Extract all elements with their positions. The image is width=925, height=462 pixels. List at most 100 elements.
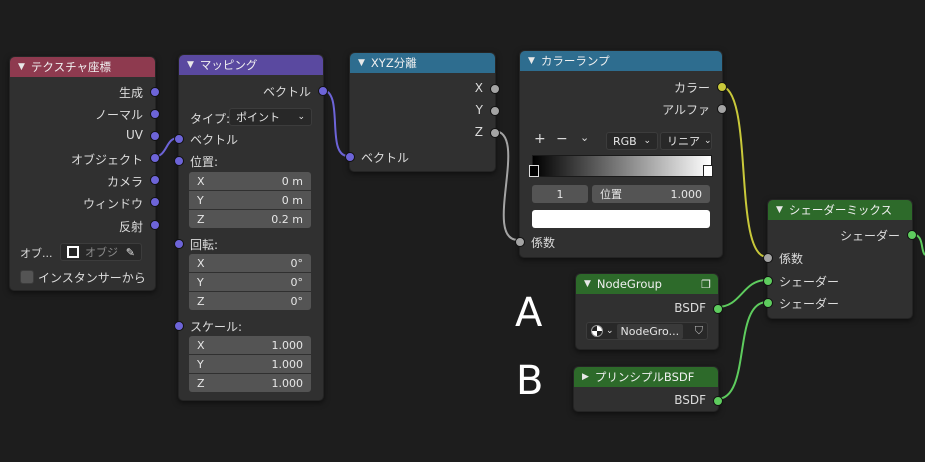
chevron-down-icon[interactable]: ▼ <box>776 205 783 215</box>
output-socket-shader[interactable] <box>907 230 917 240</box>
node-header[interactable]: ▶ プリンシプルBSDF <box>574 367 718 387</box>
node-title: テクスチャ座標 <box>30 60 111 74</box>
chevron-right-icon[interactable]: ▶ <box>582 372 589 382</box>
object-picker[interactable]: オブジ ✎ <box>60 243 142 261</box>
location-y-field[interactable]: Y 0 m <box>189 191 311 209</box>
output-socket-window[interactable] <box>150 197 160 207</box>
output-socket-x[interactable] <box>490 84 500 94</box>
node-header[interactable]: ▼ カラーランプ <box>520 51 722 71</box>
output-generated-label: 生成 <box>118 86 143 100</box>
color-ramp-node[interactable]: ▼ カラーランプ カラー アルファ + − ⌄ RGB ⌄ リニア ⌄ 1 位置… <box>515 50 727 258</box>
separate-xyz-node[interactable]: ▼ XYZ分離 X Y Z ベクトル <box>345 52 500 172</box>
link-nodegroup-to-shader <box>716 279 768 308</box>
chevron-down-icon: ⌄ <box>704 136 712 146</box>
location-label: 位置: <box>190 155 219 169</box>
input-fac-label: 係数 <box>779 252 804 266</box>
location-z-field[interactable]: Z 0.2 m <box>189 210 311 228</box>
nodegroup-node[interactable]: ▼ NodeGroup ❐ BSDF ⌄ NodeGro... ⛉ <box>575 273 723 350</box>
output-socket-uv[interactable] <box>150 131 160 141</box>
texture-coordinate-node[interactable]: ▼ テクスチャ座標 生成 ノーマル UV オブジェクト カメラ ウィンドウ 反射… <box>9 56 160 291</box>
chevron-down-icon[interactable]: ▼ <box>18 62 25 72</box>
group-datablock-selector[interactable]: ⌄ NodeGro... ⛉ <box>586 322 708 340</box>
output-shader-label: シェーダー <box>839 229 900 243</box>
remove-stop-button[interactable]: − <box>556 131 568 147</box>
output-normal-label: ノーマル <box>94 108 143 122</box>
interpolation-dropdown[interactable]: リニア ⌄ <box>660 132 712 150</box>
nodegroup-icon[interactable]: ❐ <box>701 278 711 291</box>
axis-label: Y <box>197 275 204 289</box>
output-uv-label: UV <box>126 128 143 142</box>
object-icon <box>67 246 79 258</box>
input-socket-shader-2[interactable] <box>763 298 773 308</box>
output-socket-z[interactable] <box>490 128 500 138</box>
node-title: XYZ分離 <box>370 56 417 70</box>
input-socket-fac[interactable] <box>763 253 773 263</box>
input-socket-vector[interactable] <box>345 152 355 162</box>
scale-z-field[interactable]: Z 1.000 <box>189 374 311 392</box>
interpolation-value: リニア <box>667 135 700 148</box>
location-x-field[interactable]: X 0 m <box>189 172 311 190</box>
chevron-down-icon[interactable]: ▼ <box>528 56 535 66</box>
chevron-down-icon: ⌄ <box>606 326 614 336</box>
output-socket-vector[interactable] <box>318 86 328 96</box>
principled-bsdf-node[interactable]: ▶ プリンシプルBSDF BSDF <box>573 366 723 412</box>
stop-index-field[interactable]: 1 <box>532 185 588 203</box>
chevron-down-icon[interactable]: ⌄ <box>580 131 589 144</box>
node-header[interactable]: ▼ NodeGroup ❐ <box>576 274 718 294</box>
scale-x-field[interactable]: X 1.000 <box>189 336 311 354</box>
shield-icon[interactable]: ⛉ <box>695 324 703 338</box>
node-title: プリンシプルBSDF <box>594 370 695 384</box>
stop-position-field[interactable]: 位置 1.000 <box>592 185 710 203</box>
stop-color-swatch[interactable] <box>532 210 710 228</box>
output-socket-generated[interactable] <box>150 87 160 97</box>
chevron-down-icon[interactable]: ▼ <box>584 279 591 289</box>
axis-label: X <box>197 256 205 270</box>
rotation-x-field[interactable]: X 0° <box>189 254 311 272</box>
color-stop-black[interactable] <box>529 165 539 177</box>
node-header[interactable]: ▼ シェーダーミックス <box>768 200 912 220</box>
from-instancer-label: インスタンサーから <box>38 271 146 285</box>
output-socket-color[interactable] <box>717 82 727 92</box>
add-stop-button[interactable]: + <box>534 131 546 147</box>
gradient-bar[interactable] <box>532 155 712 177</box>
from-instancer-checkbox[interactable] <box>20 270 34 284</box>
node-header[interactable]: ▼ テクスチャ座標 <box>10 57 155 77</box>
scale-y-field[interactable]: Y 1.000 <box>189 355 311 373</box>
output-socket-alpha[interactable] <box>717 104 727 114</box>
type-dropdown[interactable]: ポイント ⌄ <box>229 108 312 126</box>
output-reflection-label: 反射 <box>118 220 143 234</box>
input-socket-location[interactable] <box>174 156 184 166</box>
output-camera-label: カメラ <box>106 175 143 189</box>
node-title: NodeGroup <box>596 277 662 291</box>
output-socket-bsdf[interactable] <box>713 396 723 406</box>
rotation-z-field[interactable]: Z 0° <box>189 292 311 310</box>
object-picker-placeholder: オブジ <box>85 246 118 259</box>
input-socket-fac[interactable] <box>515 237 525 247</box>
output-socket-bsdf[interactable] <box>713 304 723 314</box>
output-socket-y[interactable] <box>490 106 500 116</box>
field-value: 0.2 m <box>271 212 303 226</box>
input-socket-vector[interactable] <box>174 134 184 144</box>
output-socket-object[interactable] <box>150 153 160 163</box>
chevron-down-icon[interactable]: ▼ <box>187 60 194 70</box>
output-object-label: オブジェクト <box>70 153 143 167</box>
link-color-to-fac <box>719 85 768 258</box>
output-socket-camera[interactable] <box>150 175 160 185</box>
chevron-down-icon[interactable]: ▼ <box>358 58 365 68</box>
input-socket-rotation[interactable] <box>174 239 184 249</box>
color-mode-value: RGB <box>613 134 637 148</box>
output-socket-normal[interactable] <box>150 109 160 119</box>
node-header[interactable]: ▼ XYZ分離 <box>350 53 495 73</box>
input-socket-scale[interactable] <box>174 321 184 331</box>
color-mode-dropdown[interactable]: RGB ⌄ <box>606 132 658 150</box>
mapping-node[interactable]: ▼ マッピング ベクトル タイプ: ポイント ⌄ ベクトル 位置: X 0 m Y… <box>174 54 328 401</box>
rotation-y-field[interactable]: Y 0° <box>189 273 311 291</box>
output-socket-reflection[interactable] <box>150 220 160 230</box>
mix-shader-node[interactable]: ▼ シェーダーミックス シェーダー 係数 シェーダー シェーダー <box>763 199 917 319</box>
color-stop-white[interactable] <box>703 165 713 177</box>
node-header[interactable]: ▼ マッピング <box>179 55 323 75</box>
eyedropper-icon[interactable]: ✎ <box>126 246 135 259</box>
field-value: 1.000 <box>271 357 304 371</box>
group-datablock-name: NodeGro... <box>616 323 684 339</box>
input-socket-shader-1[interactable] <box>763 276 773 286</box>
